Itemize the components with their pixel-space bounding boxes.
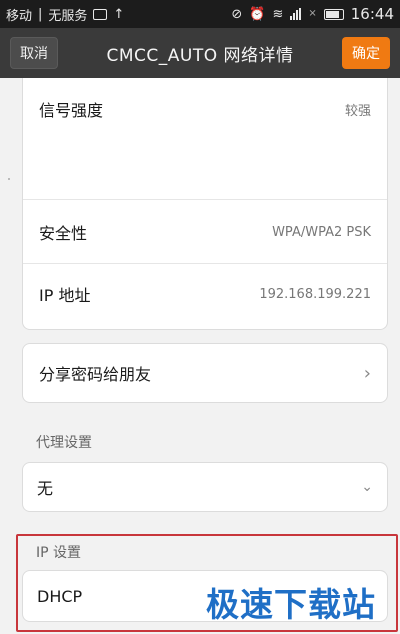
image-notification-icon: [93, 8, 108, 20]
security-label: 安全性: [39, 224, 88, 243]
separator: |: [38, 6, 43, 22]
confirm-button[interactable]: 确定: [342, 37, 390, 69]
security-value: WPA/WPA2 PSK: [272, 224, 371, 240]
action-bar: 取消 CMCC_AUTO 网络详情 确定: [0, 28, 400, 78]
share-password-item[interactable]: 分享密码给朋友 ›: [22, 343, 388, 403]
watermark-logo: 极速下载站: [206, 585, 376, 624]
ip-address-label: IP 地址: [39, 286, 91, 305]
security-row: 安全性 WPA/WPA2 PSK: [23, 210, 387, 254]
alarm-icon: ⏰: [249, 6, 266, 22]
wifi-icon: ≋: [272, 6, 284, 22]
speck: [8, 178, 10, 180]
status-left: 移动 | 无服务 ↑: [6, 5, 231, 24]
ip-address-value: 192.168.199.221: [259, 286, 371, 302]
chevron-right-icon: ›: [363, 362, 371, 384]
upload-arrow-icon: ↑: [113, 6, 125, 22]
proxy-select[interactable]: 无 ⌄: [22, 462, 388, 512]
signal-strength-label: 信号强度: [39, 101, 104, 120]
carrier-label: 移动: [6, 8, 33, 24]
signal-icon: [290, 8, 302, 20]
proxy-select-value: 无: [37, 479, 54, 498]
no-signal-icon: ⨯: [308, 8, 317, 19]
ip-address-row: IP 地址 192.168.199.221: [23, 272, 387, 316]
signal-strength-row: 信号强度 较强: [23, 88, 387, 130]
page-title: CMCC_AUTO 网络详情: [106, 45, 294, 66]
signal-strength-value: 较强: [344, 103, 371, 119]
proxy-settings-label: 代理设置: [36, 435, 92, 451]
sync-icon: ⊘: [231, 6, 243, 22]
network-details-card: 信号强度 较强 安全性 WPA/WPA2 PSK IP 地址 192.168.1…: [22, 78, 388, 330]
ip-settings-label: IP 设置: [36, 545, 82, 561]
share-password-row: 分享密码给朋友 ›: [23, 344, 387, 402]
divider: [23, 263, 387, 264]
share-password-label: 分享密码给朋友: [39, 365, 152, 384]
battery-icon: [323, 8, 344, 20]
clock: 16:44: [350, 5, 394, 23]
chevron-down-icon: ⌄: [361, 479, 373, 495]
cancel-button[interactable]: 取消: [10, 37, 58, 69]
status-right: ⊘ ⏰ ≋ ⨯ 16:44: [231, 5, 394, 23]
service-label: 无服务: [48, 8, 88, 24]
status-bar: 移动 | 无服务 ↑ ⊘ ⏰ ≋ ⨯ 16:44: [0, 0, 400, 28]
divider: [23, 199, 387, 200]
